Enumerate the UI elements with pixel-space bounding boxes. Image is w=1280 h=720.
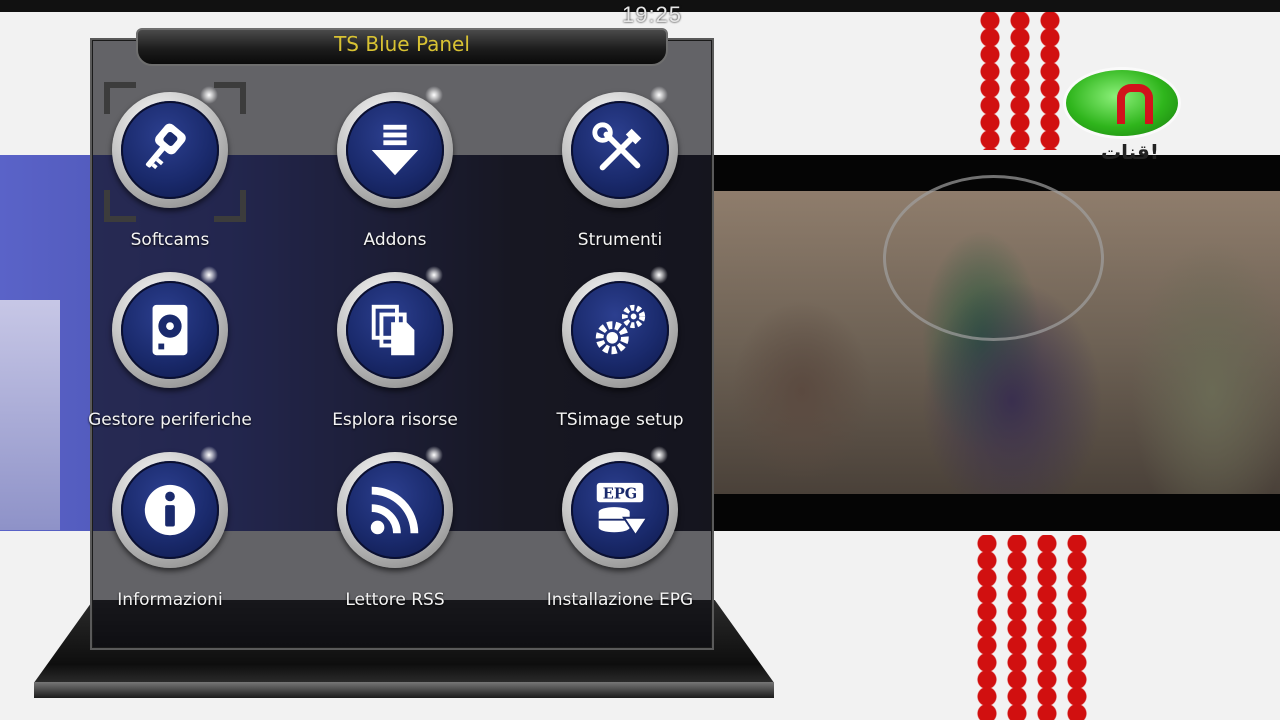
- orb-button: EPG: [562, 452, 678, 568]
- menu-item-strumenti[interactable]: Strumenti: [510, 86, 730, 262]
- panel-stand-base: [34, 682, 774, 698]
- orb-button: [562, 92, 678, 208]
- menu-item-installazione-epg[interactable]: EPG Installazione EPG: [510, 446, 730, 622]
- menu-item-softcams[interactable]: Softcams: [60, 86, 280, 262]
- menu-item-label: Softcams: [130, 230, 210, 250]
- menu-item-label: TSimage setup: [556, 410, 684, 430]
- menu-item-label: Strumenti: [577, 230, 663, 250]
- files-icon: [371, 304, 415, 356]
- sparkle: [650, 446, 668, 464]
- orb-button: [337, 272, 453, 388]
- menu-item-label: Esplora risorse: [332, 410, 458, 430]
- key-icon: [145, 123, 186, 170]
- menu-item-label: Gestore periferiche: [88, 410, 252, 430]
- epg-badge-text: EPG: [603, 485, 637, 502]
- orb-button: [112, 92, 228, 208]
- sparkle: [650, 86, 668, 104]
- footage-highlight-circle: [883, 175, 1104, 341]
- menu-item-label: Addons: [363, 230, 427, 250]
- hard-drive-icon: [152, 304, 188, 356]
- orb-button: [112, 452, 228, 568]
- download-arrow-icon: [371, 124, 419, 176]
- sparkle: [200, 86, 218, 104]
- gears-icon: [595, 304, 646, 355]
- epg-icon: EPG: [596, 482, 649, 537]
- tools-icon: [592, 122, 642, 171]
- sparkle: [425, 86, 443, 104]
- menu-item-tsimage-setup[interactable]: TSimage setup: [510, 266, 730, 442]
- rss-icon: [370, 486, 419, 535]
- orb-button: [337, 452, 453, 568]
- sparkle: [425, 266, 443, 284]
- sparkle: [425, 446, 443, 464]
- channel-logo-text: قنات!: [1101, 140, 1159, 164]
- orb-button: [337, 92, 453, 208]
- menu-item-addons[interactable]: Addons: [285, 86, 505, 262]
- menu-item-lettore-rss[interactable]: Lettore RSS: [285, 446, 505, 622]
- background-red-dots-lower: [972, 535, 1092, 720]
- sparkle: [200, 446, 218, 464]
- info-icon: [144, 484, 196, 536]
- channel-logo-mark: [1117, 84, 1153, 124]
- menu-item-gestore-periferiche[interactable]: Gestore periferiche: [60, 266, 280, 442]
- menu-item-informazioni[interactable]: Informazioni: [60, 446, 280, 622]
- clock: 19:25: [621, 2, 683, 27]
- menu-item-label: Informazioni: [117, 590, 223, 610]
- video-frame-bottom: [712, 494, 1280, 531]
- orb-button: [562, 272, 678, 388]
- sparkle: [650, 266, 668, 284]
- menu-item-esplora-risorse[interactable]: Esplora risorse: [285, 266, 505, 442]
- background-red-dots: [975, 12, 1067, 150]
- sparkle: [200, 266, 218, 284]
- orb-button: [112, 272, 228, 388]
- menu-item-label: Installazione EPG: [546, 590, 694, 610]
- panel-title: TS Blue Panel: [334, 32, 470, 56]
- menu-item-label: Lettore RSS: [345, 590, 445, 610]
